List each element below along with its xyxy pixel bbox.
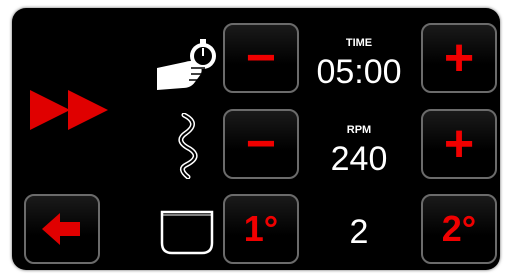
- time-label: TIME: [345, 37, 373, 49]
- fast-forward-icon[interactable]: [30, 90, 112, 130]
- minus-label: −: [245, 29, 277, 87]
- arrow-left-icon: [42, 213, 80, 245]
- spiral-mixer-icon: [178, 113, 198, 179]
- bowl-icon: [160, 210, 214, 255]
- level-value: 2: [349, 213, 369, 251]
- minus-label: −: [245, 115, 277, 173]
- time-value: 05:00: [316, 53, 402, 91]
- plus-label: +: [443, 29, 475, 87]
- level-1-button[interactable]: 1°: [223, 194, 299, 264]
- hand-stopwatch-icon: [157, 39, 216, 90]
- level-2-label: 2°: [441, 208, 477, 249]
- rpm-value: 240: [330, 140, 388, 178]
- level-2-button[interactable]: 2°: [421, 194, 497, 264]
- control-panel-screen: − TIME 05:00 + − RPM 240 + 1° 2 2°: [12, 8, 500, 270]
- rpm-label: RPM: [346, 124, 372, 136]
- rpm-plus-button[interactable]: +: [421, 109, 497, 179]
- level-1-label: 1°: [243, 208, 279, 249]
- time-plus-button[interactable]: +: [421, 23, 497, 93]
- time-minus-button[interactable]: −: [223, 23, 299, 93]
- plus-label: +: [443, 115, 475, 173]
- rpm-minus-button[interactable]: −: [223, 109, 299, 179]
- back-button[interactable]: [24, 194, 100, 264]
